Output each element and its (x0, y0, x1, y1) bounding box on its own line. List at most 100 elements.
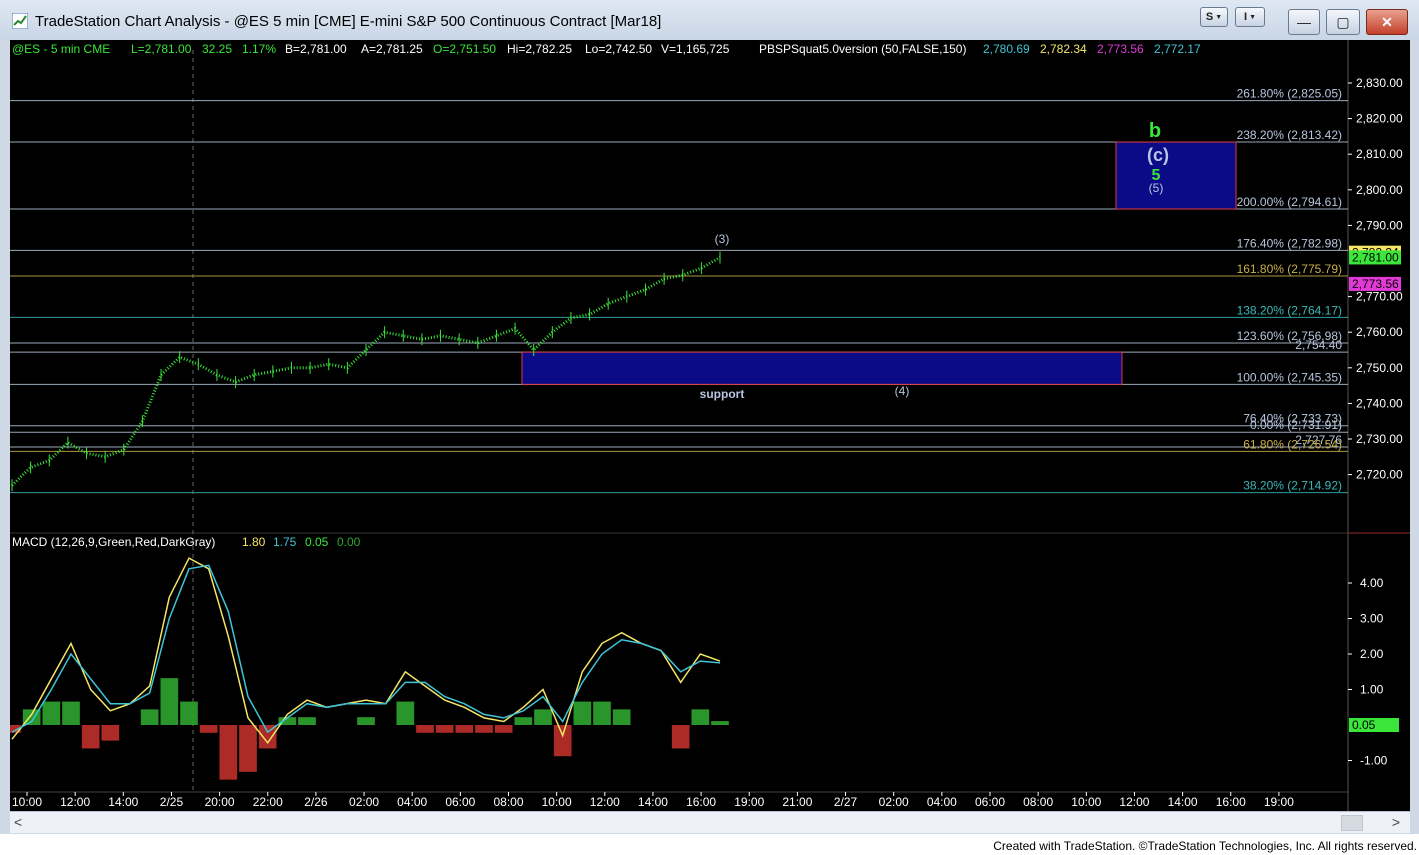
macd-hist-bar-5 (101, 725, 120, 741)
status-last: L=2,781.00 (131, 42, 192, 56)
macd-hist-bar-2 (42, 701, 61, 725)
macd-hist-bar-36 (711, 721, 729, 725)
window-title: TradeStation Chart Analysis - @ES 5 min … (35, 13, 662, 30)
wave-b-label: b (1149, 120, 1161, 142)
macd-hist-bar-9 (180, 701, 198, 725)
price-tick-label-5: 2,770.00 (1356, 290, 1403, 304)
maximize-button[interactable]: ▢ (1326, 9, 1360, 35)
macd-hist-bar-18 (357, 717, 375, 725)
macd-axis: 4.00 3.00 2.00 1.00 -1.00 (1348, 576, 1388, 768)
status-ind-v3: 2,773.56 (1097, 42, 1144, 56)
price-tick-label-6: 2,760.00 (1356, 325, 1403, 339)
macd-hist-bar-15 (298, 717, 316, 725)
time-tick-label-25: 16:00 (1216, 795, 1246, 809)
time-tick-label-8: 04:00 (397, 795, 427, 809)
chart-app-icon (12, 13, 28, 29)
scroll-left-icon[interactable]: < (14, 814, 22, 830)
fib-level-label-13: 38.20% (2,714.92) (1243, 479, 1342, 493)
macd-v2: 1.75 (273, 535, 297, 549)
price-tag-1: 2,781.00 (1352, 250, 1399, 264)
macd-hist-bar-28 (553, 725, 572, 757)
scroll-right-icon[interactable]: > (1392, 814, 1400, 830)
status-open: O=2,751.50 (433, 42, 496, 56)
time-tick-label-19: 04:00 (927, 795, 957, 809)
status-ask: A=2,781.25 (361, 42, 423, 56)
time-tick-label-26: 19:00 (1264, 795, 1294, 809)
price-tick-label-9: 2,730.00 (1356, 432, 1403, 446)
status-bid: B=2,781.00 (285, 42, 347, 56)
time-tick-label-7: 02:00 (349, 795, 379, 809)
fib-level-label-5: 138.20% (2,764.17) (1237, 303, 1342, 317)
horizontal-scrollbar[interactable]: < > (10, 811, 1410, 833)
wave-4-label: (4) (895, 384, 910, 398)
price-tag-2: 2,773.56 (1352, 277, 1399, 291)
macd-v1: 1.80 (242, 535, 266, 549)
macd-hist-bar-24 (475, 725, 493, 733)
price-tags: 2,782.342,781.002,773.56 (1349, 245, 1401, 291)
macd-hist-bar-35 (691, 709, 710, 725)
close-button[interactable]: ✕ (1366, 9, 1408, 35)
credit-text: Created with TradeStation. ©TradeStation… (993, 839, 1417, 853)
macd-hist-bar-27 (534, 709, 552, 725)
time-tick-label-24: 14:00 (1168, 795, 1198, 809)
time-tick-label-22: 10:00 (1071, 795, 1101, 809)
macd-hist-bar-34 (671, 725, 690, 749)
macd-v4: 0.00 (337, 535, 361, 549)
status-indicator: PBSPSquat5.0version (50,FALSE,150) (759, 42, 966, 56)
price-tick-label-7: 2,750.00 (1356, 361, 1403, 375)
time-tick-label-13: 14:00 (638, 795, 668, 809)
support-zone[interactable] (521, 351, 1123, 385)
scroll-thumb[interactable] (1341, 815, 1363, 831)
macd-hist-bar-12 (239, 725, 257, 772)
wave-5p-label: (5) (1149, 181, 1164, 195)
wave-3-label: (3) (715, 232, 730, 246)
macd-hist-bar-30 (593, 701, 611, 725)
time-tick-label-21: 08:00 (1023, 795, 1053, 809)
macd-tag-text: 0.05 (1352, 718, 1376, 732)
time-tick-label-0: 10:00 (12, 795, 42, 809)
fib-level-label-12: 61.80% (2,726.54) (1243, 437, 1342, 451)
time-tick-label-2: 14:00 (108, 795, 138, 809)
fib-level-label-10: 0.00% (2,731.91) (1250, 418, 1342, 432)
time-tick-label-1: 12:00 (60, 795, 90, 809)
time-tick-label-4: 20:00 (205, 795, 235, 809)
price-chart[interactable]: 261.80% (2,825.05) 238.20% (2,813.42) 200.… (10, 40, 1410, 812)
chart-area[interactable]: 261.80% (2,825.05) 238.20% (2,813.42) 200.… (10, 40, 1410, 812)
interval-link-menu-button[interactable]: I ▼ (1235, 7, 1265, 27)
fib-level-label-2: 200.00% (2,794.61) (1237, 195, 1342, 209)
target-zone[interactable] (1115, 141, 1237, 210)
time-tick-label-16: 21:00 (782, 795, 812, 809)
status-symbol: @ES - 5 min CME (12, 42, 110, 56)
symbol-link-menu-button[interactable]: S ▼ (1200, 7, 1228, 27)
status-low: Lo=2,742.50 (585, 42, 652, 56)
minimize-icon: — (1297, 14, 1311, 30)
macd-hist-bar-23 (455, 725, 474, 733)
status-change-pct: 1.17% (242, 42, 276, 56)
time-axis: 10:00 12:00 14:00 2/25 20:00 22:00 2/26 02:00 04… (12, 792, 1294, 809)
price-tick-label-4: 2,790.00 (1356, 218, 1403, 232)
macd-status-line: MACD (12,26,9,Green,Red,DarkGray) 1.80 1… (12, 535, 361, 549)
time-tick-label-23: 12:00 (1119, 795, 1149, 809)
time-tick-label-14: 16:00 (686, 795, 716, 809)
fib-level-label-7: 2,754.40 (1295, 338, 1342, 352)
macd-tick-label-0: 4.00 (1360, 576, 1384, 590)
title-bar[interactable]: TradeStation Chart Analysis - @ES 5 min … (0, 0, 1419, 40)
time-tick-label-15: 19:00 (734, 795, 764, 809)
minimize-button[interactable]: — (1288, 9, 1320, 35)
status-ind-v4: 2,772.17 (1154, 42, 1201, 56)
chart-window: TradeStation Chart Analysis - @ES 5 min … (0, 0, 1419, 834)
status-line: @ES - 5 min CME L=2,781.00 32.25 1.17% B… (12, 42, 1201, 56)
macd-hist-bar-21 (416, 725, 434, 733)
time-tick-label-12: 12:00 (590, 795, 620, 809)
macd-tick-label-4: -1.00 (1360, 754, 1388, 768)
time-tick-label-9: 06:00 (445, 795, 475, 809)
time-tick-label-6: 2/26 (304, 795, 328, 809)
macd-hist-bar-8 (160, 678, 179, 725)
macd-hist-bar-7 (140, 709, 159, 725)
macd-hist-bar-20 (396, 701, 415, 725)
interval-link-label: I (1244, 11, 1248, 23)
macd-hist-bar-22 (435, 725, 454, 733)
fib-level-label-4: 161.80% (2,775.79) (1237, 262, 1342, 276)
wave-c-label: (c) (1147, 145, 1169, 165)
status-volume: V=1,165,725 (661, 42, 730, 56)
